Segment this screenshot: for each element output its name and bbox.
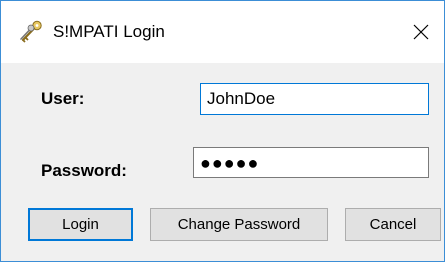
cancel-button-label: Cancel: [369, 216, 417, 233]
user-input-value: JohnDoe: [207, 89, 276, 108]
change-password-button[interactable]: Change Password: [150, 208, 328, 241]
keys-icon: [20, 20, 42, 43]
user-label: User:: [41, 89, 85, 108]
login-button[interactable]: Login: [28, 208, 133, 241]
login-button-label: Login: [62, 216, 99, 233]
password-input-value: ●●●●●: [200, 152, 260, 173]
user-input[interactable]: JohnDoe: [200, 83, 429, 115]
close-button[interactable]: [398, 1, 444, 63]
title-bar[interactable]: S!MPATI Login: [1, 1, 444, 63]
cancel-button[interactable]: Cancel: [345, 208, 441, 241]
password-input[interactable]: ●●●●●: [193, 147, 429, 178]
window-title: S!MPATI Login: [53, 22, 165, 41]
close-icon: [413, 24, 429, 40]
login-dialog: S!MPATI Login User: JohnDoe Password: ●●…: [0, 0, 445, 262]
change-password-button-label: Change Password: [177, 216, 301, 233]
password-label: Password:: [41, 161, 127, 180]
